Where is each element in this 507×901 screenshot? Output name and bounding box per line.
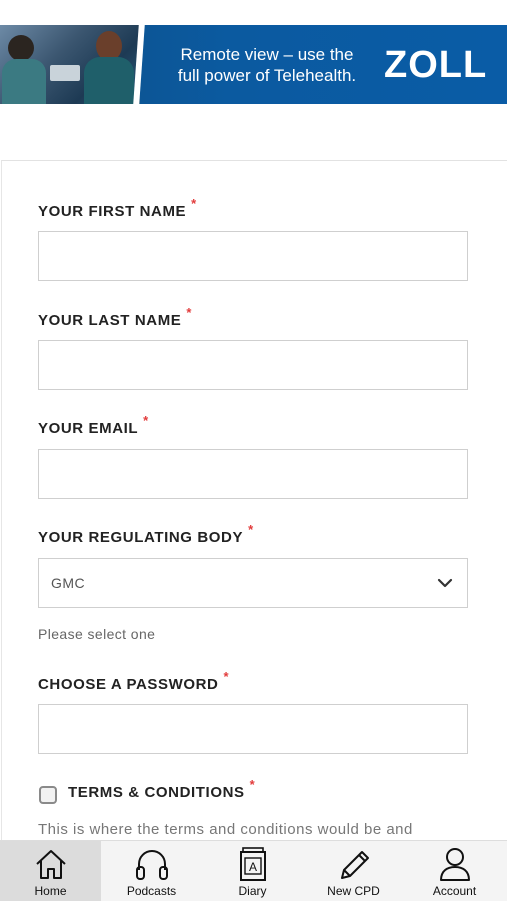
diary-book-icon: A [239, 847, 266, 881]
tab-home[interactable]: Home [0, 841, 101, 901]
top-spacer [0, 0, 507, 25]
required-asterisk: * [191, 196, 197, 211]
required-asterisk: * [249, 777, 256, 792]
required-asterisk: * [248, 522, 254, 537]
tab-new-cpd-label: New CPD [327, 884, 380, 898]
password-label: CHOOSE A PASSWORD * [38, 669, 229, 693]
tab-home-label: Home [34, 884, 67, 898]
last-name-input[interactable] [38, 340, 468, 390]
bottom-tab-bar: Home Podcasts A Diary New CPD Account [0, 840, 507, 901]
banner-text-line1: Remote view – use the [180, 45, 354, 64]
chevron-down-icon [437, 578, 453, 588]
email-input[interactable] [38, 449, 468, 499]
regulating-body-label: YOUR REGULATING BODY * [38, 522, 254, 546]
svg-text:A: A [248, 860, 256, 874]
banner-photo [0, 25, 140, 104]
tab-diary-label: Diary [238, 884, 267, 898]
password-label-text: CHOOSE A PASSWORD [38, 676, 219, 693]
email-label-text: YOUR EMAIL [38, 420, 139, 437]
tab-new-cpd[interactable]: New CPD [303, 841, 404, 901]
banner-text: Remote view – use the full power of Tele… [162, 44, 372, 86]
tab-podcasts[interactable]: Podcasts [101, 841, 202, 901]
last-name-label-text: YOUR LAST NAME [38, 312, 182, 329]
ad-banner[interactable]: Remote view – use the full power of Tele… [0, 25, 507, 104]
tab-account-label: Account [432, 884, 477, 898]
tab-account[interactable]: Account [404, 841, 505, 901]
pencil-icon [340, 851, 369, 879]
regulating-body-label-text: YOUR REGULATING BODY [38, 529, 244, 546]
first-name-input[interactable] [38, 231, 468, 281]
tab-diary[interactable]: A Diary [202, 841, 303, 901]
terms-label-text: TERMS & CONDITIONS [68, 784, 245, 801]
regulating-body-help-text: Please select one [38, 626, 156, 642]
tab-podcasts-label: Podcasts [126, 884, 177, 898]
required-asterisk: * [143, 413, 149, 428]
user-icon [439, 848, 470, 881]
first-name-label-text: YOUR FIRST NAME [38, 203, 187, 220]
required-asterisk: * [186, 305, 193, 320]
headphones-icon [135, 850, 168, 880]
zoll-logo: ZOLL [384, 44, 488, 86]
terms-checkbox[interactable] [39, 786, 57, 804]
home-icon [35, 850, 66, 879]
banner-text-line2: full power of Telehealth. [177, 66, 357, 85]
regulating-body-select[interactable]: GMC [38, 558, 468, 608]
password-input[interactable] [38, 704, 468, 754]
regulating-body-selected-value: GMC [51, 575, 86, 591]
terms-label: TERMS & CONDITIONS * [68, 777, 255, 801]
last-name-label: YOUR LAST NAME * [38, 305, 192, 329]
terms-body-text: This is where the terms and conditions w… [38, 821, 413, 838]
first-name-label: YOUR FIRST NAME * [38, 196, 197, 220]
required-asterisk: * [223, 669, 230, 684]
email-label: YOUR EMAIL * [38, 413, 149, 437]
